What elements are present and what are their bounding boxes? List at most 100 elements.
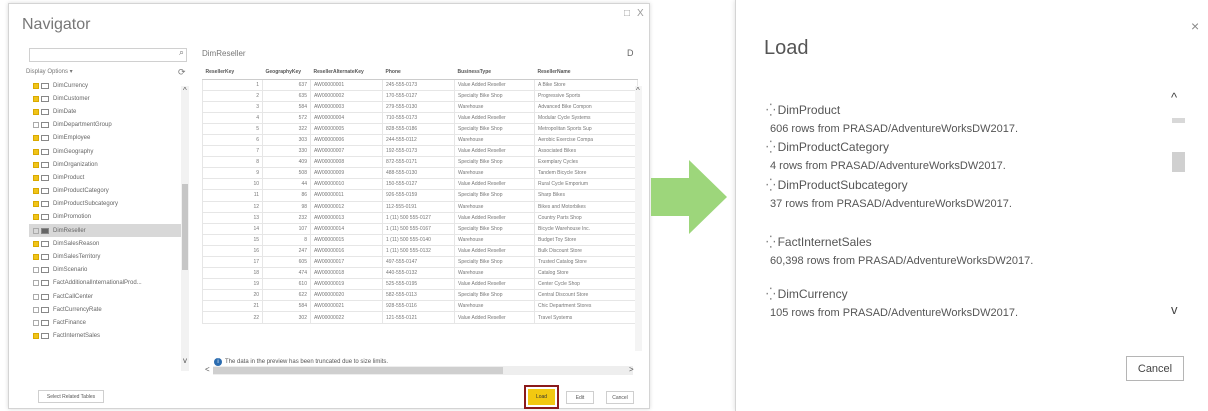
search-icon[interactable]: ⌕ [179, 47, 184, 58]
chevron-up-icon[interactable]: ^ [1171, 90, 1177, 105]
chevron-right-icon[interactable]: > [629, 365, 634, 374]
checkbox[interactable] [33, 293, 39, 300]
table-cell: 637 [262, 78, 311, 91]
spinner-icon: ⁛ [766, 235, 775, 249]
checkbox[interactable] [33, 280, 39, 287]
table-icon [41, 122, 49, 129]
tree-item[interactable]: DimEmployee [29, 132, 181, 145]
checkbox[interactable] [33, 240, 39, 247]
preview-scrollbar[interactable] [635, 86, 642, 351]
tree-item[interactable]: DimCurrency [29, 79, 181, 92]
tree-item[interactable]: FactFinance [29, 316, 181, 329]
checkbox[interactable] [33, 267, 39, 274]
checkbox[interactable] [33, 174, 39, 181]
close-icon[interactable]: × [1191, 18, 1199, 34]
chevron-down-icon[interactable]: v [1171, 302, 1178, 317]
load-scrollbar[interactable]: ^ v [1168, 90, 1188, 330]
preview-options-icon[interactable]: D [627, 48, 634, 58]
chevron-up-icon[interactable]: ^ [636, 86, 640, 95]
tree-item[interactable]: FactAdditionalInternationalProd... [29, 277, 181, 290]
tree-item[interactable]: DimProductCategory [29, 185, 181, 198]
cancel-button[interactable]: Cancel [1126, 356, 1184, 381]
column-header[interactable]: BusinessType [454, 66, 535, 80]
tree-item[interactable]: DimPromotion [29, 211, 181, 224]
checkbox[interactable] [33, 333, 39, 340]
table-icon [41, 82, 49, 89]
tree-item-label: DimCustomer [53, 95, 90, 102]
spinner-icon: ⁛ [766, 140, 775, 154]
table-cell: 6 [202, 133, 263, 147]
checkbox[interactable] [33, 148, 39, 155]
tree-item[interactable]: DimGeography [29, 145, 181, 158]
table-icon [41, 108, 49, 115]
table-icon [41, 240, 49, 247]
tree-item[interactable]: DimScenario [29, 264, 181, 277]
preview-horizontal-scrollbar[interactable] [213, 366, 633, 375]
table-cell: 584 [262, 100, 311, 113]
checkbox[interactable] [33, 201, 39, 208]
table-cell: 8 [202, 156, 263, 169]
table-cell: AW00000017 [310, 255, 383, 269]
tree-item[interactable]: DimProduct [29, 171, 181, 184]
column-header[interactable]: ResellerKey [202, 66, 263, 80]
table-cell: AW00000001 [310, 78, 383, 91]
tree-scrollbar-thumb[interactable] [182, 184, 188, 270]
chevron-up-icon[interactable]: ^ [183, 86, 187, 95]
tree-scrollbar[interactable] [181, 86, 189, 371]
table-cell: AW00000008 [310, 156, 383, 169]
tree-item-label: DimProductSubcategory [53, 201, 119, 208]
close-icon[interactable]: X [637, 8, 644, 19]
checkbox[interactable] [33, 227, 39, 234]
edit-button[interactable]: Edit [566, 391, 594, 404]
tree-item[interactable]: DimSalesReason [29, 237, 181, 250]
checkbox[interactable] [33, 95, 39, 102]
tree-item[interactable]: DimOrganization [29, 158, 181, 171]
checkbox[interactable] [33, 108, 39, 115]
table-row: 9 508 AW00000009 488-555-0130 Warehouse Tande… [202, 167, 638, 180]
checkbox[interactable] [33, 188, 39, 195]
table-cell: 17 [202, 255, 263, 269]
refresh-icon[interactable]: ⟳ [178, 67, 186, 78]
cancel-button[interactable]: Cancel [606, 391, 634, 404]
table-cell: Specialty Bike Shop [454, 156, 535, 169]
tree-item-label: DimDate [53, 108, 77, 115]
checkbox[interactable] [33, 254, 39, 261]
select-related-tables-button[interactable]: Select Related Tables [38, 390, 104, 403]
column-header[interactable]: GeographyKey [262, 66, 311, 80]
tree-item-label: DimCurrency [53, 82, 89, 89]
tree-item[interactable]: DimProductSubcategory [29, 198, 181, 211]
maximize-icon[interactable]: □ [624, 8, 630, 19]
checkbox[interactable] [33, 319, 39, 326]
display-options-dropdown[interactable]: Display Options ▾ [26, 68, 73, 75]
checkbox[interactable] [33, 161, 39, 168]
tree-item[interactable]: DimReseller [29, 224, 181, 238]
horizontal-scrollbar-thumb[interactable] [213, 367, 503, 374]
table-cell: AW00000021 [310, 300, 383, 313]
checkbox[interactable] [33, 82, 39, 89]
table-cell: AW00000013 [310, 211, 383, 224]
table-cell: 192-555-0173 [382, 145, 455, 158]
tree-item[interactable]: DimDepartmentGroup [29, 119, 181, 132]
checkbox[interactable] [33, 122, 39, 129]
tree-item[interactable]: FactCallCenter [29, 290, 181, 303]
chevron-down-icon[interactable]: v [183, 356, 187, 365]
load-item-name-row: ⁛ DimProductCategory [766, 140, 1006, 154]
search-input[interactable]: ⌕ [29, 47, 187, 62]
column-header[interactable]: ResellerName [534, 66, 638, 80]
load-button[interactable]: Load [528, 389, 555, 405]
checkbox[interactable] [33, 135, 39, 142]
chevron-left-icon[interactable]: < [205, 365, 210, 374]
column-header[interactable]: Phone [382, 66, 455, 80]
tree-item[interactable]: DimSalesTerritory [29, 250, 181, 263]
tree-item[interactable]: DimDate [29, 105, 181, 118]
tree-item[interactable]: FactCurrencyRate [29, 303, 181, 316]
tree-item-label: DimEmployee [53, 135, 91, 142]
table-cell: Aerobic Exercise Compa [534, 133, 638, 147]
tree-item[interactable]: FactInternetSales [29, 330, 181, 343]
table-cell: AW00000009 [310, 167, 383, 180]
tree-item[interactable]: DimCustomer [29, 92, 181, 105]
load-scrollbar-thumb[interactable] [1172, 152, 1185, 172]
checkbox[interactable] [33, 306, 39, 313]
column-header[interactable]: ResellerAlternateKey [310, 66, 383, 80]
checkbox[interactable] [33, 214, 39, 221]
